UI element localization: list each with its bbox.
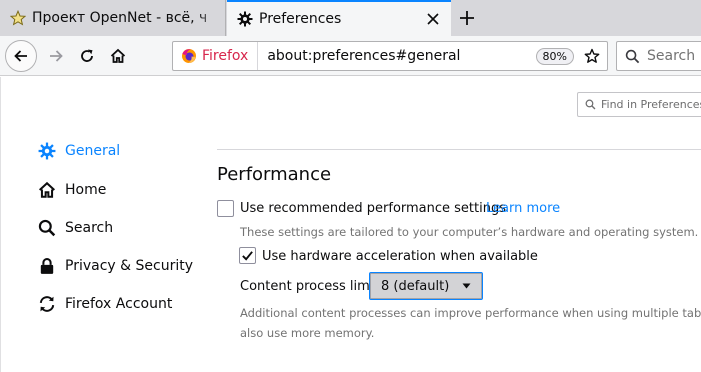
category-label: General [65,143,121,159]
hardware-acceleration-checkbox[interactable] [239,247,256,264]
learn-more-link[interactable]: Learn more [486,201,560,216]
tab-opennet[interactable]: Проект OpenNet - всё, ч [0,0,226,36]
category-label: Firefox Account [65,296,173,312]
category-firefox-account[interactable]: Firefox Account [38,292,172,316]
checkmark-icon [242,251,253,261]
category-privacy-security[interactable]: Privacy & Security [38,254,193,278]
content-process-limit-select[interactable]: 8 (default) [369,272,483,300]
reload-icon [81,49,93,62]
search-icon [38,219,56,237]
home-icon [110,48,126,63]
identity-label: Firefox [202,48,249,64]
performance-heading: Performance [217,164,332,185]
back-arrow-icon [14,50,27,62]
lock-icon [38,257,56,275]
content-process-limit-label: Content process limit [240,279,379,294]
gear-icon [237,11,253,27]
tab-title: Preferences [259,11,342,27]
url-text[interactable]: about:preferences#general [267,48,535,64]
reload-button[interactable] [73,42,101,70]
search-placeholder: Search [647,48,696,64]
forward-button[interactable] [42,42,70,70]
category-home[interactable]: Home [38,178,106,202]
home-icon [38,181,56,199]
category-label: Search [65,220,114,236]
recommended-description: These settings are tailored to your comp… [240,225,699,239]
close-tab-icon[interactable] [425,11,441,27]
preferences-page: Find in Preferences General Home Search … [0,77,701,372]
bookmark-star-icon[interactable] [582,46,602,66]
gear-icon [38,142,56,160]
firefox-logo-icon [182,49,196,63]
category-label: Home [65,182,107,198]
sync-icon [38,295,56,313]
search-icon [625,49,640,64]
process-limit-description-line1: Additional content processes can improve… [240,306,701,320]
hardware-acceleration-label: Use hardware acceleration when available [262,249,538,264]
forward-arrow-icon [50,50,63,62]
recommended-performance-label: Use recommended performance settings [240,201,507,216]
find-placeholder: Find in Preferences [601,98,701,111]
search-bar[interactable]: Search [616,41,701,71]
identity-box[interactable]: Firefox [173,42,259,70]
star-icon [10,10,26,26]
category-label: Privacy & Security [65,258,193,274]
search-icon [585,99,596,110]
url-bar[interactable]: Firefox about:preferences#general 80% [172,41,608,71]
dropdown-arrow-icon [462,283,471,289]
tab-strip: Проект OpenNet - всё, ч Preferences [0,0,701,36]
tab-preferences[interactable]: Preferences [227,0,451,36]
zoom-indicator[interactable]: 80% [535,47,574,65]
category-search[interactable]: Search [38,216,113,240]
nav-bar: Firefox about:preferences#general 80% Se… [0,36,701,76]
tab-title: Проект OpenNet - всё, ч [32,10,208,26]
process-limit-description-line2: also use more memory. [240,326,375,340]
home-button[interactable] [104,42,132,70]
new-tab-button[interactable] [455,6,479,30]
select-value: 8 (default) [381,278,450,294]
section-divider [217,149,701,150]
find-in-preferences-input[interactable]: Find in Preferences [577,92,701,117]
back-button[interactable] [5,40,37,72]
category-general[interactable]: General [38,139,120,163]
plus-icon [460,11,474,25]
recommended-performance-checkbox[interactable] [217,200,234,217]
